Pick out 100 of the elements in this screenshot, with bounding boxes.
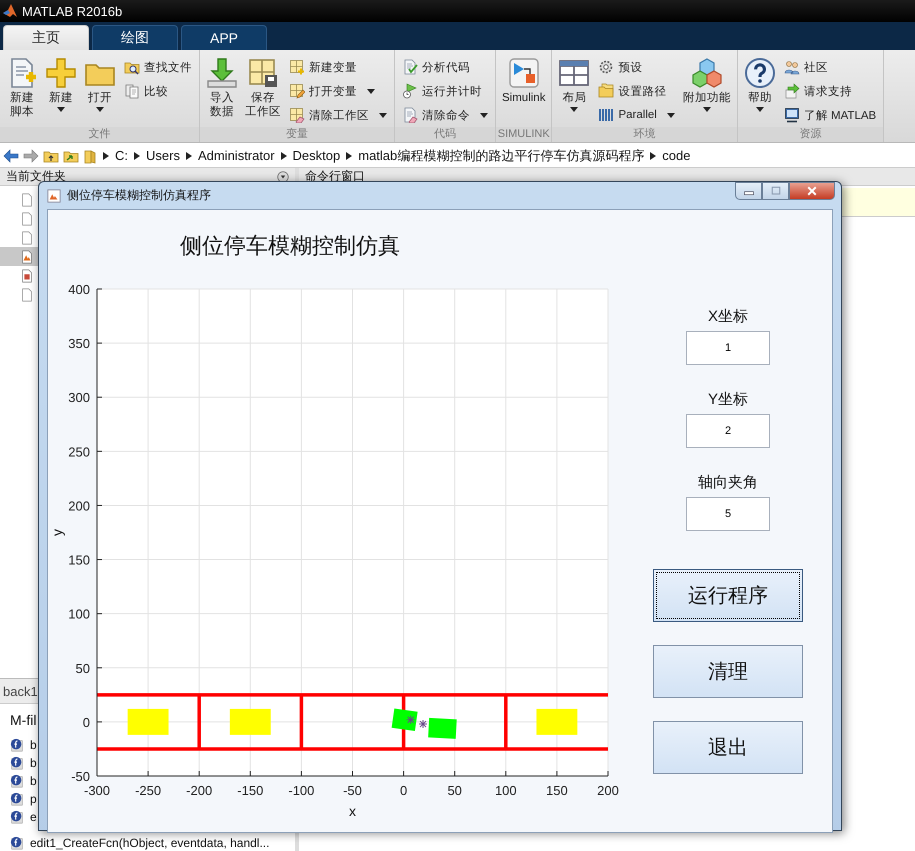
chevron-icon xyxy=(650,152,656,160)
chevron-icon xyxy=(346,152,352,160)
input-field[interactable]: 5 xyxy=(686,497,770,531)
document-icon xyxy=(20,268,34,282)
path-segment[interactable]: C: xyxy=(113,148,130,163)
function-name[interactable]: edit1_CreateFcn(hObject, eventdata, handl... xyxy=(30,836,270,850)
arrow-document-icon xyxy=(784,83,800,99)
chevron-icon xyxy=(280,152,287,160)
figure-window-icon xyxy=(47,188,61,202)
ribbon-button[interactable]: 打开 xyxy=(82,53,118,127)
action-button[interactable]: 清理 xyxy=(653,645,803,698)
ribbon-button[interactable]: 帮助 xyxy=(742,53,778,127)
ribbon-tab[interactable]: 绘图 xyxy=(92,25,178,50)
window-title: 侧位停车模糊控制仿真程序 xyxy=(67,187,211,204)
ribbon-button[interactable]: 新建 xyxy=(43,53,79,127)
tick-label: 150 xyxy=(546,783,568,798)
document-icon xyxy=(20,192,34,206)
chevron-icon xyxy=(134,152,140,160)
ribbon-button[interactable]: 了解 MATLAB xyxy=(780,103,880,127)
ribbon-button[interactable]: 新建变量 xyxy=(286,55,390,79)
tick-label: 50 xyxy=(447,783,462,798)
ribbon-button[interactable]: 打开变量 xyxy=(286,79,390,103)
minimize-button[interactable] xyxy=(735,182,762,200)
tick-label: 200 xyxy=(597,783,619,798)
path-segment[interactable]: Users xyxy=(144,148,182,163)
function-name[interactable]: b xyxy=(30,774,37,788)
grid-pencil-icon xyxy=(289,83,305,99)
chevron-icon xyxy=(186,152,192,160)
function-name[interactable]: p xyxy=(30,792,37,806)
field-label: X坐标 xyxy=(708,308,748,326)
ribbon-tab[interactable]: 主页 xyxy=(3,25,89,50)
matlab-logo-icon xyxy=(2,3,18,19)
axis-label: x xyxy=(349,803,356,819)
people-icon xyxy=(784,59,800,75)
file-row[interactable] xyxy=(0,247,38,266)
tick-label: 100 xyxy=(494,783,517,798)
details-heading: M-fil xyxy=(10,712,36,728)
tick-label: -200 xyxy=(186,783,212,798)
ribbon-button[interactable]: 请求支持 xyxy=(780,79,880,103)
ribbon-button[interactable]: 查找文件 xyxy=(121,55,195,79)
input-field[interactable]: 2 xyxy=(686,414,770,448)
tick-label: 100 xyxy=(68,606,90,622)
maximize-icon xyxy=(770,185,782,197)
ribbon-button[interactable]: Simulink xyxy=(500,53,548,127)
compare-document-icon xyxy=(124,83,140,99)
grid-save-icon xyxy=(247,57,279,89)
function-icon xyxy=(10,756,24,770)
document-eraser-icon xyxy=(402,107,418,123)
tick-label: 0 xyxy=(400,783,408,798)
tick-label: 400 xyxy=(68,282,90,297)
ribbon-button[interactable]: 设置路径 xyxy=(595,79,678,103)
ribbon-button[interactable]: 保存工作区 xyxy=(243,53,283,127)
block-diagram-icon xyxy=(508,57,540,89)
document-icon xyxy=(20,230,34,244)
panel-tab[interactable]: back1 xyxy=(3,684,38,698)
path-segment[interactable]: matlab编程模糊控制的路边平行停车仿真源码程序 xyxy=(356,146,646,164)
function-name[interactable]: e xyxy=(30,810,37,824)
ribbon-tab[interactable]: APP xyxy=(181,25,267,50)
ribbon-button[interactable]: 清除工作区 xyxy=(286,103,390,127)
tick-label: -250 xyxy=(135,783,162,798)
field-label: Y坐标 xyxy=(708,391,748,409)
help-icon xyxy=(744,57,776,89)
folder-path-icon xyxy=(598,83,614,99)
flag-clock-icon xyxy=(402,83,418,99)
ribbon-button[interactable]: 新建脚本 xyxy=(4,53,40,127)
tick-label: 0 xyxy=(82,714,90,730)
function-icon xyxy=(10,774,24,788)
chart-title: 侧位停车模糊控制仿真 xyxy=(180,232,400,260)
document-check-icon xyxy=(402,59,418,75)
document-icon xyxy=(20,212,34,226)
tick-label: -100 xyxy=(288,783,314,798)
path-segment[interactable]: Administrator xyxy=(196,148,277,163)
tick-label: -300 xyxy=(84,783,110,798)
close-button[interactable] xyxy=(789,182,835,200)
field-label: 轴向夹角 xyxy=(698,474,758,492)
ribbon-button[interactable]: 附加功能 xyxy=(680,53,733,127)
ribbon-button[interactable]: 清除命令 xyxy=(399,103,491,127)
path-segment[interactable]: code xyxy=(660,148,692,163)
document-icon xyxy=(20,288,34,302)
axis-label: y xyxy=(49,529,65,536)
function-name[interactable]: b xyxy=(30,738,37,752)
ribbon-button[interactable]: 社区 xyxy=(780,55,880,79)
ribbon-button[interactable]: 预设 xyxy=(595,55,678,79)
ribbon-button[interactable]: 布局 xyxy=(556,53,592,127)
download-arrow-icon xyxy=(206,57,238,89)
maximize-button[interactable] xyxy=(762,182,789,200)
tick-label: 300 xyxy=(68,390,90,406)
ribbon-button[interactable]: 运行并计时 xyxy=(399,79,491,103)
gear-icon xyxy=(598,59,614,75)
ribbon-button[interactable]: 分析代码 xyxy=(399,55,491,79)
path-segment[interactable]: Desktop xyxy=(290,148,342,163)
tick-label: -50 xyxy=(343,783,362,798)
action-button[interactable]: 运行程序 xyxy=(653,569,803,622)
input-field[interactable]: 1 xyxy=(686,331,770,365)
ribbon-button[interactable]: Parallel xyxy=(595,103,678,127)
ribbon-button[interactable]: 比较 xyxy=(121,79,195,103)
function-name[interactable]: b xyxy=(30,756,37,770)
action-button[interactable]: 退出 xyxy=(653,721,803,774)
tick-label: -150 xyxy=(237,783,264,798)
ribbon-button[interactable]: 导入数据 xyxy=(204,53,240,127)
